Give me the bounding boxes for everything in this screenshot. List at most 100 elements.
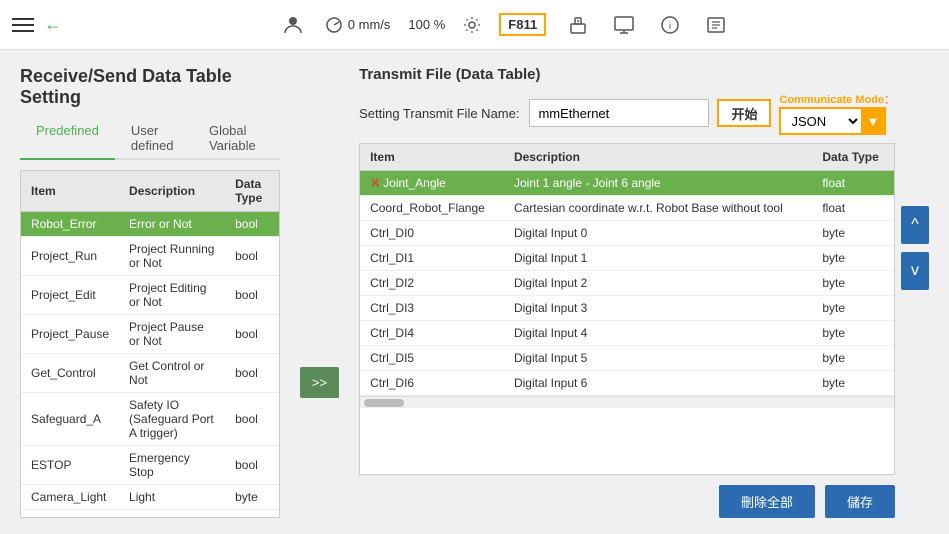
table-row[interactable]: Ctrl_DI2Digital Input 2byte bbox=[360, 271, 894, 296]
right-data-table: Item Description Data Type ✕Joint_AngleJ… bbox=[360, 144, 894, 396]
communicate-mode-label: Communicate Mode： bbox=[779, 91, 895, 107]
type-cell: bool bbox=[225, 315, 279, 354]
table-row[interactable]: Project_PauseProject Pause or Notbool bbox=[21, 315, 279, 354]
right-h-scroll[interactable] bbox=[360, 396, 894, 408]
type-cell: byte bbox=[812, 246, 894, 271]
speed-display: 0 mm/s bbox=[325, 16, 391, 34]
item-cell: Robot_Error bbox=[21, 212, 119, 237]
transfer-button[interactable]: >> bbox=[300, 367, 339, 398]
type-cell: bool bbox=[225, 393, 279, 446]
col-desc-header: Description bbox=[119, 171, 225, 212]
delete-all-button[interactable]: 刪除全部 bbox=[719, 485, 815, 518]
menu-icon[interactable] bbox=[12, 18, 34, 32]
type-cell: bool bbox=[225, 212, 279, 237]
item-cell: Ctrl_DI3 bbox=[360, 296, 504, 321]
info-icon: i bbox=[656, 11, 684, 39]
item-cell: Robot_Model bbox=[21, 510, 119, 519]
table-row[interactable]: Ctrl_DI6Digital Input 6byte bbox=[360, 371, 894, 396]
desc-cell: Emergency Stop bbox=[119, 446, 225, 485]
item-cell: Get_Control bbox=[21, 354, 119, 393]
type-cell: byte bbox=[812, 271, 894, 296]
table-row[interactable]: Camera_LightLightbyte bbox=[21, 485, 279, 510]
left-data-table: Item Description Data Type Robot_ErrorEr… bbox=[21, 171, 279, 518]
desc-cell: Digital Input 6 bbox=[504, 371, 812, 396]
page-title: Receive/Send Data Table Setting bbox=[20, 66, 280, 108]
type-cell: string bbox=[225, 510, 279, 519]
table-row[interactable]: Ctrl_DI4Digital Input 4byte bbox=[360, 321, 894, 346]
save-button[interactable]: 儲存 bbox=[825, 485, 895, 518]
monitor-icon bbox=[610, 11, 638, 39]
table-row[interactable]: Get_ControlGet Control or Notbool bbox=[21, 354, 279, 393]
settings-icon bbox=[463, 16, 481, 34]
up-button[interactable]: ^ bbox=[901, 206, 929, 244]
main-content: Receive/Send Data Table Setting Predefin… bbox=[0, 50, 949, 534]
table-row[interactable]: ESTOPEmergency Stopbool bbox=[21, 446, 279, 485]
desc-cell: Project Pause or Not bbox=[119, 315, 225, 354]
desc-cell: Light bbox=[119, 485, 225, 510]
person-icon bbox=[279, 11, 307, 39]
side-buttons: ^ v bbox=[901, 66, 929, 518]
table-row[interactable]: Project_RunProject Running or Notbool bbox=[21, 237, 279, 276]
list-icon bbox=[702, 11, 730, 39]
left-panel: Receive/Send Data Table Setting Predefin… bbox=[20, 66, 280, 518]
type-cell: byte bbox=[812, 221, 894, 246]
back-arrow-icon[interactable]: ← bbox=[44, 14, 62, 35]
down-button[interactable]: v bbox=[901, 252, 929, 290]
type-cell: byte bbox=[812, 321, 894, 346]
item-cell: Camera_Light bbox=[21, 485, 119, 510]
topbar: ← 0 mm/s 100 % F811 i bbox=[0, 0, 949, 50]
right-panel-inner: Transmit File (Data Table) Setting Trans… bbox=[359, 66, 895, 518]
right-col-type-header: Data Type bbox=[812, 144, 894, 171]
table-row[interactable]: Ctrl_DI1Digital Input 1byte bbox=[360, 246, 894, 271]
start-button[interactable]: 开始 bbox=[717, 99, 771, 127]
desc-cell: Safety IO (Safeguard Port A trigger) bbox=[119, 393, 225, 446]
right-col-item-header: Item bbox=[360, 144, 504, 171]
type-cell: float bbox=[812, 196, 894, 221]
desc-cell: Digital Input 3 bbox=[504, 296, 812, 321]
desc-cell: Cartesian coordinate w.r.t. Robot Base w… bbox=[504, 196, 812, 221]
communicate-mode-select-wrap: JSON XML CSV ▼ bbox=[779, 107, 886, 135]
desc-cell: Digital Input 0 bbox=[504, 221, 812, 246]
col-item-header: Item bbox=[21, 171, 119, 212]
table-row[interactable]: Project_EditProject Editing or Notbool bbox=[21, 276, 279, 315]
item-cell: Project_Edit bbox=[21, 276, 119, 315]
item-cell: ESTOP bbox=[21, 446, 119, 485]
item-cell: Project_Run bbox=[21, 237, 119, 276]
table-row[interactable]: Coord_Robot_FlangeCartesian coordinate w… bbox=[360, 196, 894, 221]
svg-text:i: i bbox=[669, 21, 671, 32]
type-cell: byte bbox=[812, 371, 894, 396]
desc-cell: Robot Model bbox=[119, 510, 225, 519]
item-cell: Coord_Robot_Flange bbox=[360, 196, 504, 221]
f811-badge: F811 bbox=[499, 13, 546, 36]
tab-predefined[interactable]: Predefined bbox=[20, 118, 115, 160]
tab-user-defined[interactable]: User defined bbox=[115, 118, 193, 160]
item-cell: Ctrl_DI5 bbox=[360, 346, 504, 371]
tab-global-variable[interactable]: Global Variable bbox=[193, 118, 280, 160]
type-cell: float bbox=[812, 171, 894, 196]
item-cell: Ctrl_DI1 bbox=[360, 246, 504, 271]
robot-icon bbox=[564, 11, 592, 39]
item-cell: Ctrl_DI2 bbox=[360, 271, 504, 296]
desc-cell: Digital Input 1 bbox=[504, 246, 812, 271]
desc-cell: Get Control or Not bbox=[119, 354, 225, 393]
desc-cell: Joint 1 angle - Joint 6 angle bbox=[504, 171, 812, 196]
desc-cell: Error or Not bbox=[119, 212, 225, 237]
type-cell: bool bbox=[225, 237, 279, 276]
table-row[interactable]: Ctrl_DI5Digital Input 5byte bbox=[360, 346, 894, 371]
communicate-mode-select[interactable]: JSON XML CSV bbox=[781, 109, 861, 133]
table-row[interactable]: Ctrl_DI3Digital Input 3byte bbox=[360, 296, 894, 321]
type-cell: bool bbox=[225, 354, 279, 393]
right-content-area: Transmit File (Data Table) Setting Trans… bbox=[359, 66, 929, 518]
table-row[interactable]: ✕Joint_AngleJoint 1 angle - Joint 6 angl… bbox=[360, 171, 894, 196]
table-row[interactable]: Safeguard_ASafety IO (Safeguard Port A t… bbox=[21, 393, 279, 446]
file-name-input[interactable] bbox=[529, 99, 709, 127]
desc-cell: Project Editing or Not bbox=[119, 276, 225, 315]
table-row[interactable]: Ctrl_DI0Digital Input 0byte bbox=[360, 221, 894, 246]
right-table-wrapper: Item Description Data Type ✕Joint_AngleJ… bbox=[359, 143, 895, 475]
percent-display: 100 % bbox=[408, 17, 445, 32]
table-row[interactable]: Robot_ErrorError or Notbool bbox=[21, 212, 279, 237]
table-row[interactable]: Robot_ModelRobot Modelstring bbox=[21, 510, 279, 519]
transmit-title: Transmit File (Data Table) bbox=[359, 66, 895, 83]
transfer-section: >> bbox=[300, 66, 339, 518]
communicate-dropdown-arrow[interactable]: ▼ bbox=[861, 107, 884, 135]
